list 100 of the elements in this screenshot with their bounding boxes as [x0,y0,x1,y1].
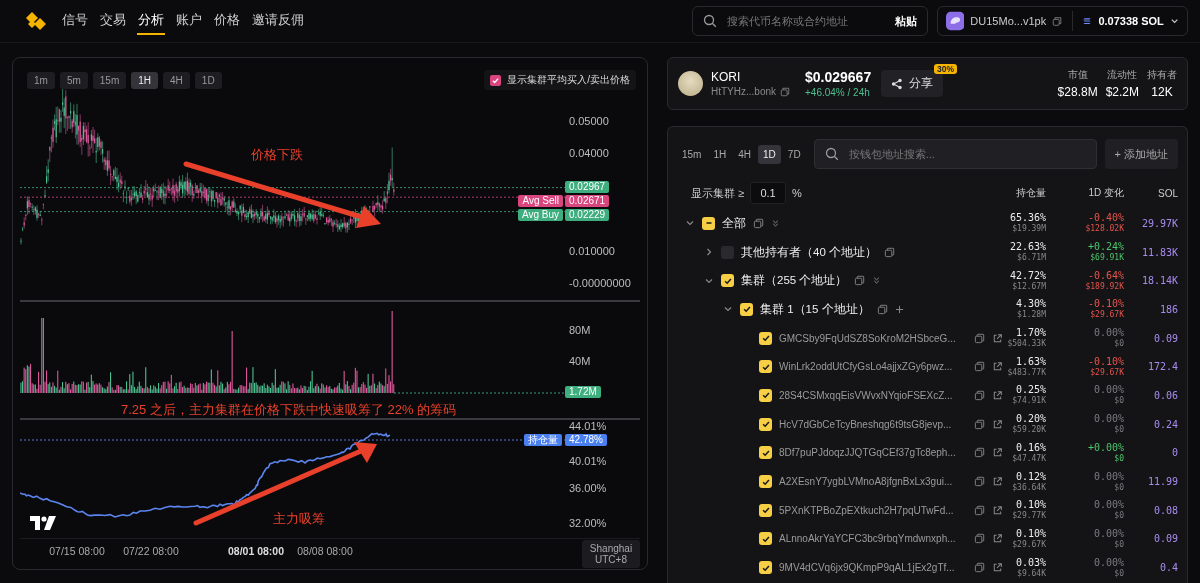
checkbox[interactable] [759,475,772,489]
checkbox[interactable] [721,274,734,288]
sol-amount: 0.09 [1153,332,1178,344]
checkbox[interactable] [759,446,772,460]
holding-percent: 1.63% [1015,355,1046,368]
nav-link[interactable]: 交易 [99,7,127,35]
search-field[interactable]: 搜索代币名称或合约地址 粘贴 [692,6,928,36]
check-icon [760,333,771,344]
annotation-text: 主力吸筹 [273,510,325,528]
checkbox[interactable] [759,561,772,575]
copy-icon[interactable] [1052,15,1063,27]
double-chevron-icon[interactable] [771,218,780,228]
stat-value: $28.8M [1057,85,1098,99]
interval-tab[interactable]: 1H [131,72,159,89]
checkbox[interactable] [759,388,772,402]
wallet-address: WinLrk2oddUtCfyGsLo4ajjxZGy6pwz... [779,361,954,373]
add-address-button[interactable]: + 添加地址 [1104,139,1178,169]
change-value: $29.67K [1090,367,1124,378]
double-chevron-icon[interactable] [872,276,882,286]
copy-icon[interactable] [974,389,985,401]
nav-link[interactable]: 邀请反佣 [251,7,305,35]
checkbox[interactable] [759,417,772,431]
time-label: 08/08 08:00 [297,545,353,557]
external-link-icon[interactable] [992,562,1003,574]
interval-tab[interactable]: 4H [733,144,757,164]
external-link-icon[interactable] [992,533,1003,545]
holding-value: $19.39M [1012,224,1046,235]
external-link-icon[interactable] [992,447,1003,459]
axis-label: -0.00000000 [569,277,631,289]
chevron-down-icon[interactable] [1169,16,1179,26]
check-icon [760,390,771,401]
external-link-icon[interactable] [992,389,1003,401]
threshold-input[interactable]: 0.1 [750,182,787,204]
copy-icon[interactable] [854,275,866,287]
copy-icon[interactable] [974,533,985,545]
checkbox[interactable] [759,503,772,517]
copy-icon[interactable] [780,86,791,97]
checkbox[interactable] [759,532,772,546]
copy-icon[interactable] [753,217,764,229]
interval-tab[interactable]: 4H [163,72,190,89]
checkbox[interactable] [490,74,502,86]
checkbox[interactable] [759,360,772,374]
nav-link[interactable]: 分析 [137,7,165,35]
wallet-address: GMCSby9FqUdSZ8SoKroM2HSbceG... [779,332,957,344]
external-link-icon[interactable] [992,332,1003,344]
change-value: $189.92K [1085,281,1124,292]
change-percent: 0.00% [1093,413,1124,425]
external-link-icon[interactable] [992,504,1003,516]
interval-tab[interactable]: 15m [92,72,127,89]
sol-amount: 0.08 [1153,504,1178,516]
interval-tab[interactable]: 7D [782,144,806,164]
annotation-text: 7.25 之后，主力集群在价格下跌中快速吸筹了 22% 的筹码 [121,401,457,419]
chevron-right-icon[interactable] [704,247,714,258]
copy-icon[interactable] [884,246,895,258]
change-percent: 0.00% [1093,556,1124,569]
annotation-text: 价格下跌 [251,146,303,164]
external-link-icon[interactable] [992,476,1003,488]
checkbox[interactable] [759,331,772,345]
price-tag: 0.02229 [565,209,610,221]
interval-tab[interactable]: 15m [677,144,707,164]
copy-icon[interactable] [974,418,985,430]
logo-icon[interactable] [25,11,47,31]
nav-link[interactable]: 价格 [213,7,241,35]
stat-label: 持有者 [1147,68,1177,82]
check-icon [741,304,752,315]
nav-link[interactable]: 信号 [61,7,89,35]
interval-tab[interactable]: 1m [27,72,55,89]
axis-label: 40M [569,355,591,367]
interval-tab[interactable]: 1H [708,144,732,164]
check-icon [760,505,771,516]
group-name: 其他持有者（40 个地址） [741,244,877,260]
checkbox[interactable] [740,302,753,316]
change-value: $0 [1114,425,1124,436]
external-link-icon[interactable] [992,361,1003,373]
axis-label: 0.010000 [569,245,615,257]
holding-value: $47.47K [1012,453,1046,464]
plus-icon[interactable] [894,304,904,314]
wallet-search-field[interactable]: 按钱包地址搜索... [813,139,1097,169]
copy-icon[interactable] [974,361,985,373]
stat-value: 12K [1151,85,1173,99]
copy-icon[interactable] [974,447,985,459]
checkbox[interactable] [721,245,734,259]
interval-tab[interactable]: 1D [758,144,781,164]
copy-icon[interactable] [974,332,985,344]
interval-tab[interactable]: 5m [59,72,88,89]
nav-link[interactable]: 账户 [175,7,203,35]
copy-icon[interactable] [974,504,985,516]
holding-percent: 1.70% [1015,327,1046,339]
sol-amount: 0.06 [1153,389,1178,401]
copy-icon[interactable] [974,562,985,574]
axis-label: 0.05000 [569,115,609,127]
timezone-button[interactable]: Shanghai UTC+8 [582,540,640,568]
external-link-icon[interactable] [992,418,1003,430]
interval-tab[interactable]: 1D [194,72,222,89]
sol-amount: 0 [1171,447,1178,459]
group-name: 全部 [722,215,746,231]
copy-icon[interactable] [974,476,985,488]
paste-button[interactable]: 粘贴 [895,13,917,29]
axis-label: 40.01% [569,455,607,467]
copy-icon[interactable] [876,303,888,315]
